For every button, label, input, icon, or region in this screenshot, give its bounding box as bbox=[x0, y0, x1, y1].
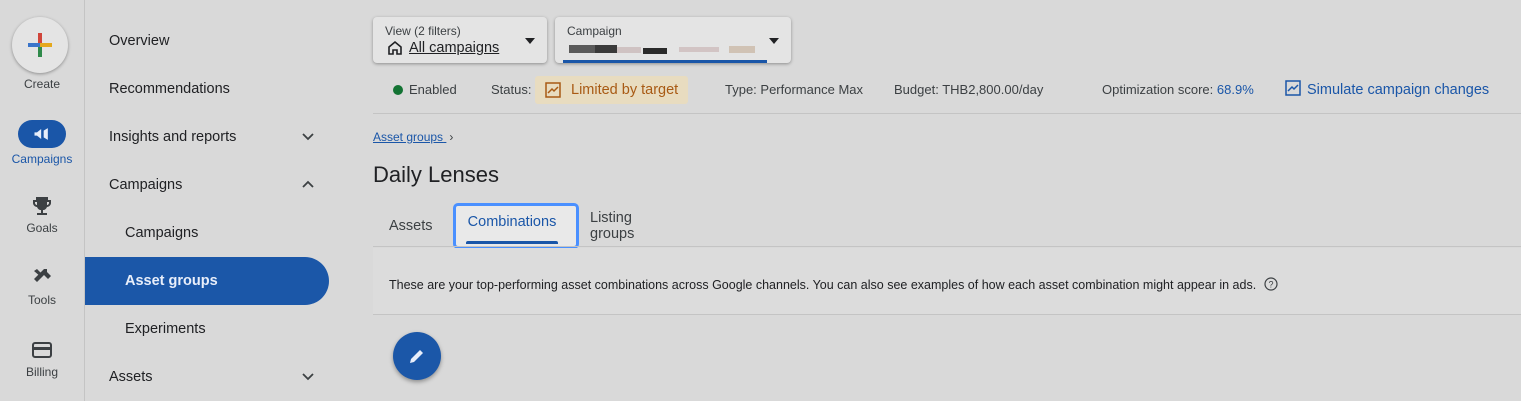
nav-assets[interactable]: Assets bbox=[85, 353, 329, 401]
enabled-label: Enabled bbox=[409, 82, 457, 97]
tab-assets[interactable]: Assets bbox=[389, 206, 433, 246]
tab-combinations[interactable]: Combinations bbox=[453, 203, 579, 249]
rail-campaigns[interactable]: Campaigns bbox=[0, 120, 84, 166]
nav-asset-groups[interactable]: Asset groups bbox=[85, 257, 329, 305]
view-filter-dropdown[interactable]: View (2 filters) All campaigns bbox=[373, 17, 547, 63]
nav-campaigns-group-label: Campaigns bbox=[109, 177, 183, 193]
view-filter-value: All campaigns bbox=[387, 40, 499, 56]
chevron-down-icon bbox=[302, 373, 314, 381]
create-label: Create bbox=[23, 77, 61, 91]
edit-fab-button[interactable] bbox=[393, 332, 441, 380]
campaign-filter-dropdown[interactable]: Campaign bbox=[555, 17, 791, 63]
view-filter-caption: View (2 filters) bbox=[385, 24, 461, 38]
tools-icon bbox=[34, 269, 51, 282]
campaigns-pill bbox=[18, 120, 66, 148]
status-label: Status: bbox=[491, 82, 532, 97]
nav-asset-groups-label: Asset groups bbox=[125, 273, 218, 289]
campaign-active-bar bbox=[563, 60, 767, 63]
side-navigation: Overview Recommendations Insights and re… bbox=[85, 0, 345, 401]
budget-label: Budget: bbox=[894, 82, 939, 97]
breadcrumb[interactable]: Asset groups › bbox=[373, 130, 453, 144]
plus-icon bbox=[28, 33, 52, 57]
optimization-score: Optimization score: 68.9% bbox=[1102, 82, 1254, 97]
optimization-value[interactable]: 68.9% bbox=[1217, 82, 1254, 97]
breadcrumb-asset-groups[interactable]: Asset groups bbox=[373, 130, 443, 144]
nav-experiments[interactable]: Experiments bbox=[85, 305, 329, 353]
campaigns-label: Campaigns bbox=[11, 152, 73, 166]
rail-goals[interactable]: Goals bbox=[0, 194, 84, 235]
nav-campaigns-group[interactable]: Campaigns bbox=[85, 161, 329, 209]
nav-campaigns-label: Campaigns bbox=[125, 225, 199, 241]
home-icon bbox=[388, 40, 402, 55]
main-content: View (2 filters) All campaigns Campaign … bbox=[345, 0, 1521, 401]
simulate-campaign-changes-link[interactable]: Simulate campaign changes bbox=[1285, 80, 1489, 98]
chevron-down-icon bbox=[302, 133, 314, 141]
chevron-up-icon bbox=[302, 180, 314, 188]
billing-label: Billing bbox=[25, 365, 58, 379]
pencil-icon bbox=[410, 348, 425, 363]
page-title: Daily Lenses bbox=[373, 162, 499, 187]
enabled-dot-icon bbox=[393, 85, 403, 95]
enabled-status: Enabled bbox=[393, 82, 457, 97]
optimization-label: Optimization score: bbox=[1102, 82, 1214, 97]
navigation-rail: Create Campaigns Goals Tools Billing bbox=[0, 0, 85, 401]
nav-overview[interactable]: Overview bbox=[85, 17, 329, 65]
view-filter-value-text: All campaigns bbox=[409, 40, 500, 56]
create-button[interactable] bbox=[12, 17, 68, 73]
trophy-icon bbox=[33, 197, 51, 215]
tab-active-indicator bbox=[466, 241, 558, 244]
chevron-right-icon: › bbox=[449, 130, 454, 144]
help-icon[interactable]: ? bbox=[1264, 277, 1278, 291]
megaphone-icon bbox=[34, 128, 48, 140]
rail-tools[interactable]: Tools bbox=[0, 266, 84, 307]
budget-value: THB2,800.00/day bbox=[942, 82, 1044, 97]
tab-combinations-label: Combinations bbox=[467, 214, 557, 230]
campaign-name-redacted bbox=[569, 43, 769, 55]
tab-listing-groups[interactable]: Listing groups bbox=[590, 206, 634, 246]
nav-experiments-label: Experiments bbox=[125, 321, 206, 337]
caret-down-icon bbox=[525, 38, 535, 44]
chart-icon bbox=[1285, 80, 1301, 96]
credit-card-icon bbox=[32, 342, 52, 358]
info-text: These are your top-performing asset comb… bbox=[389, 278, 1257, 292]
nav-recommendations[interactable]: Recommendations bbox=[85, 65, 329, 113]
nav-insights-label: Insights and reports bbox=[109, 129, 237, 145]
header-divider bbox=[373, 113, 1521, 114]
svg-text:?: ? bbox=[1268, 280, 1273, 290]
campaign-status-bar: Enabled Status: Limited by target Type: … bbox=[345, 76, 1521, 104]
campaign-filter-caption: Campaign bbox=[567, 24, 622, 38]
trend-chart-icon bbox=[545, 82, 561, 98]
nav-insights[interactable]: Insights and reports bbox=[85, 113, 329, 161]
budget-info: Budget: THB2,800.00/day bbox=[894, 82, 1043, 97]
nav-recommendations-label: Recommendations bbox=[109, 81, 230, 97]
nav-assets-label: Assets bbox=[109, 369, 153, 385]
caret-down-icon bbox=[769, 38, 779, 44]
tabs-divider bbox=[373, 246, 1521, 247]
limited-by-target-text: Limited by target bbox=[571, 82, 679, 98]
limited-by-target-badge[interactable]: Limited by target bbox=[535, 76, 689, 104]
info-text-row: These are your top-performing asset comb… bbox=[389, 277, 1278, 292]
rail-billing[interactable]: Billing bbox=[0, 338, 84, 379]
simulate-label: Simulate campaign changes bbox=[1307, 82, 1490, 98]
tools-label: Tools bbox=[27, 293, 56, 307]
nav-overview-label: Overview bbox=[109, 33, 170, 49]
type-label: Type: Performance Max bbox=[725, 82, 863, 97]
info-panel: These are your top-performing asset comb… bbox=[373, 248, 1521, 315]
nav-campaigns[interactable]: Campaigns bbox=[85, 209, 329, 257]
goals-label: Goals bbox=[26, 221, 58, 235]
